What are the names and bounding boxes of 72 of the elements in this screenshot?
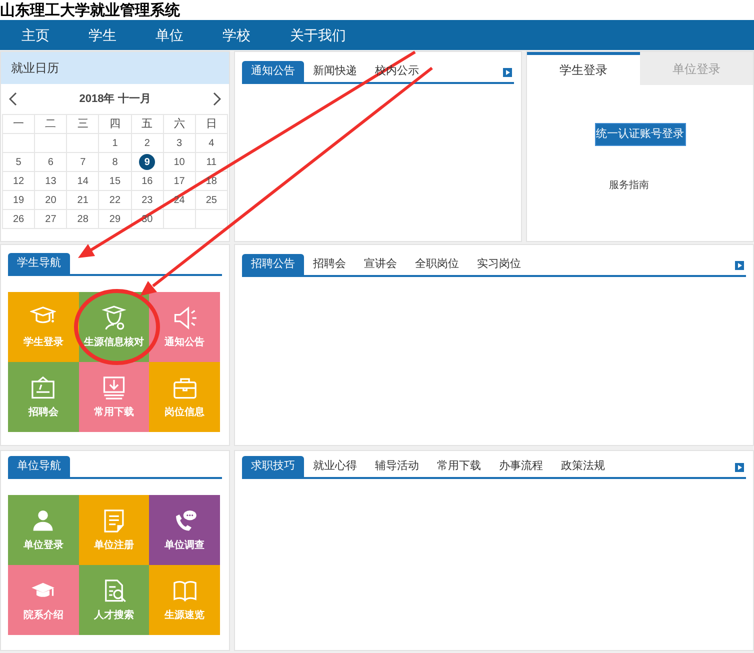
calendar-day[interactable]: 14	[77, 174, 88, 188]
service-guide-link[interactable]: 服务指南	[609, 180, 649, 191]
nav-link[interactable]: 学校	[203, 24, 270, 46]
site-title: 山东理工大学就业管理系统	[0, 2, 180, 18]
weekday-label: 三	[77, 116, 88, 132]
calendar-day[interactable]: 4	[208, 136, 214, 150]
calendar-day[interactable]: 1	[112, 136, 118, 150]
tab[interactable]: 招聘会	[304, 254, 355, 275]
calendar-title: 就业日历	[11, 60, 59, 77]
nav-link[interactable]: 单位	[136, 24, 203, 46]
nav-link[interactable]: 学生	[69, 24, 136, 46]
calendar-day[interactable]: 2	[144, 136, 150, 150]
tab[interactable]: 求职技巧	[242, 456, 304, 477]
calendar-day[interactable]: 23	[142, 192, 153, 208]
calendar-day[interactable]: 26	[13, 212, 24, 226]
nav-link[interactable]: 关于我们	[270, 24, 366, 46]
calendar-day[interactable]: 6	[48, 154, 54, 170]
calendar-day[interactable]: 9	[139, 154, 156, 170]
tab[interactable]: 宣讲会	[355, 254, 406, 275]
calendar-day[interactable]: 30	[142, 212, 153, 226]
calendar-day[interactable]: 13	[45, 174, 56, 188]
graduate-icon	[100, 304, 127, 330]
previous-month-icon[interactable]	[9, 92, 17, 106]
more-icon[interactable]	[503, 68, 512, 77]
calendar-day[interactable]: 20	[45, 192, 56, 208]
month-label: 2018年 十一月	[79, 92, 151, 107]
weekday-label: 二	[45, 116, 56, 132]
megaphone-icon	[172, 304, 198, 330]
job-sign-icon	[30, 374, 56, 400]
tab[interactable]: 招聘公告	[242, 254, 304, 275]
calendar-day[interactable]: 29	[109, 212, 121, 226]
calendar-day[interactable]: 16	[142, 174, 153, 188]
calendar-day[interactable]: 5	[16, 154, 22, 170]
calendar-day[interactable]: 15	[109, 174, 121, 188]
weekday-label: 一	[13, 116, 24, 132]
section-title: 学生导航	[8, 253, 70, 274]
more-icon[interactable]	[735, 261, 744, 270]
next-month-icon[interactable]	[213, 92, 221, 106]
tab[interactable]: 就业心得	[304, 456, 366, 477]
tab[interactable]: 办事流程	[490, 456, 552, 477]
tab[interactable]: 常用下载	[428, 456, 490, 477]
download-icon	[100, 374, 127, 400]
weekday-label: 六	[174, 116, 185, 132]
more-icon[interactable]	[735, 463, 744, 472]
calendar-day[interactable]: 12	[13, 174, 24, 188]
weekday-label: 日	[206, 116, 217, 132]
calendar-day[interactable]: 11	[206, 154, 217, 170]
nav-link[interactable]: 主页	[2, 24, 69, 46]
calendar-day[interactable]: 7	[80, 154, 86, 170]
calendar-day[interactable]: 25	[206, 192, 217, 208]
tab[interactable]: 实习岗位	[468, 254, 530, 275]
calendar-day[interactable]: 21	[77, 192, 88, 208]
tab[interactable]: 全职岗位	[406, 254, 468, 275]
weekday-label: 五	[142, 116, 153, 132]
nav-tile[interactable]: 单位调查	[149, 495, 220, 565]
tab[interactable]: 政策法规	[552, 456, 614, 477]
calendar-day[interactable]: 24	[174, 192, 185, 208]
unified-login-button[interactable]: 统一认证账号登录	[594, 123, 686, 146]
tab[interactable]: 新闻快递	[304, 61, 366, 82]
tab[interactable]: 通知公告	[242, 61, 304, 82]
calendar-day[interactable]: 28	[77, 212, 88, 226]
calendar-day[interactable]: 19	[13, 192, 24, 208]
calendar-day[interactable]: 8	[112, 154, 118, 170]
calendar-day[interactable]: 10	[174, 154, 185, 170]
calendar-day[interactable]: 18	[206, 174, 217, 188]
calendar-day[interactable]: 22	[109, 192, 121, 208]
calendar-day[interactable]: 17	[174, 174, 185, 188]
section-title: 单位导航	[8, 456, 70, 477]
calendar-day[interactable]: 3	[176, 136, 182, 150]
weekday-label: 四	[109, 116, 120, 132]
calendar-day[interactable]: 27	[45, 212, 56, 226]
tab[interactable]: 辅导活动	[366, 456, 428, 477]
